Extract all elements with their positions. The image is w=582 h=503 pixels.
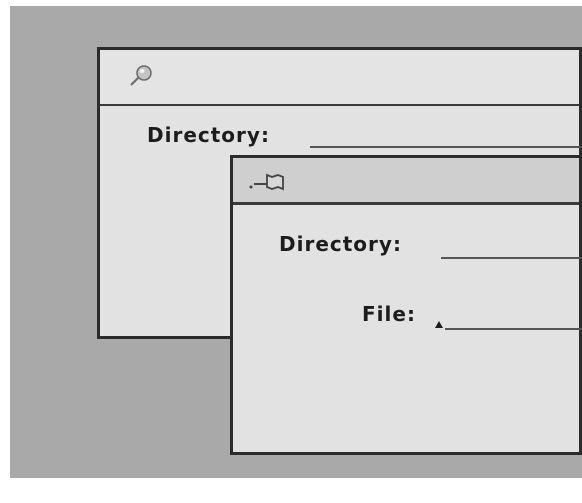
front-dialog-window[interactable]: Directory: File: xyxy=(230,155,582,455)
directory-label: Directory: xyxy=(279,232,402,256)
back-dialog-titlebar[interactable] xyxy=(100,50,579,106)
front-dialog-titlebar[interactable] xyxy=(233,158,579,205)
directory-input[interactable] xyxy=(441,257,582,259)
file-input[interactable] xyxy=(445,328,582,330)
directory-label: Directory: xyxy=(147,123,270,147)
file-label: File: xyxy=(362,302,416,326)
pushpin-icon[interactable] xyxy=(128,64,154,92)
pushpin-icon[interactable] xyxy=(245,170,291,198)
text-cursor xyxy=(435,321,443,328)
directory-input[interactable] xyxy=(310,146,582,148)
